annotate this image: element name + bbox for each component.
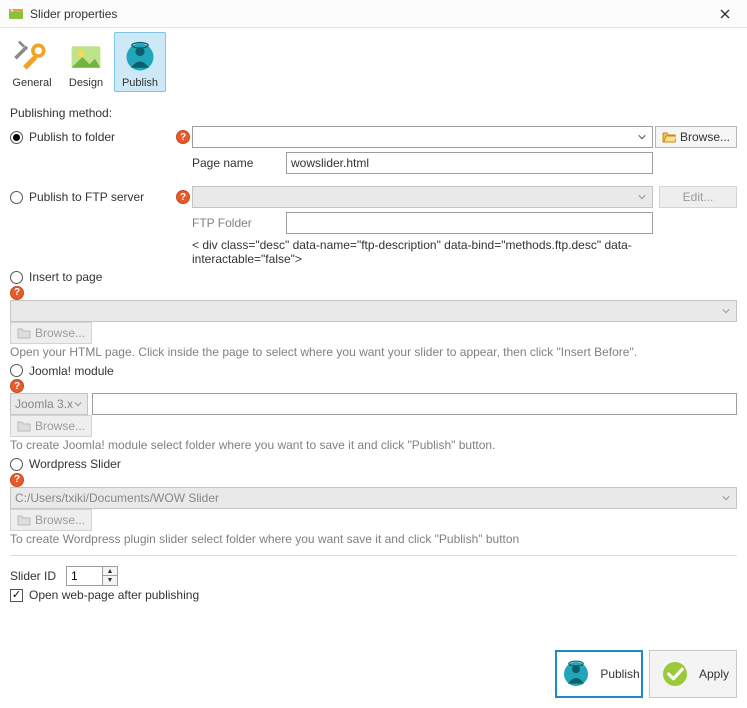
tab-label: Publish [122, 77, 158, 89]
folder-open-icon [662, 130, 676, 144]
button-label: Browse... [35, 513, 85, 527]
wordpress-browse-button: Browse... [10, 509, 92, 531]
tab-label: General [12, 77, 51, 89]
radio-icon [10, 271, 23, 284]
radio-publish-to-folder[interactable]: Publish to folder [10, 130, 172, 144]
insert-page-combo [10, 300, 737, 322]
image-icon [66, 37, 106, 77]
radio-label: Publish to FTP server [29, 190, 144, 204]
apply-button[interactable]: Apply [649, 650, 737, 698]
tab-publish[interactable]: Publish [114, 32, 166, 92]
tab-design[interactable]: Design [60, 32, 112, 92]
joomla-description: To create Joomla! module select folder w… [10, 437, 737, 453]
folder-open-icon [17, 326, 31, 340]
section-label: Publishing method: [10, 106, 737, 120]
check-circle-icon [657, 656, 693, 692]
globe-person-icon [120, 37, 160, 77]
tab-label: Design [69, 77, 103, 89]
combo-value: C:/Users/txiki/Documents/WOW Slider [15, 491, 219, 505]
wordpress-description: To create Wordpress plugin slider select… [10, 531, 737, 547]
radio-icon [10, 191, 23, 204]
window-title: Slider properties [30, 7, 711, 21]
slider-id-stepper[interactable]: ▲ ▼ [66, 566, 118, 586]
titlebar: Slider properties [0, 0, 747, 28]
help-icon[interactable]: ? [176, 190, 190, 204]
folder-open-icon [17, 419, 31, 433]
publish-button[interactable]: Publish [555, 650, 643, 698]
button-label: Browse... [680, 130, 730, 144]
ftp-server-combo [192, 186, 653, 208]
radio-publish-to-ftp[interactable]: Publish to FTP server [10, 190, 172, 204]
close-button[interactable] [711, 4, 739, 24]
divider [10, 555, 737, 556]
button-label: Browse... [35, 419, 85, 433]
open-after-label: Open web-page after publishing [29, 588, 199, 602]
stepper-down-icon[interactable]: ▼ [103, 576, 117, 585]
radio-icon [10, 364, 23, 377]
wordpress-path-combo: C:/Users/txiki/Documents/WOW Slider [10, 487, 737, 509]
combo-value: Joomla 3.x [15, 397, 73, 411]
stepper-up-icon[interactable]: ▲ [103, 567, 117, 576]
globe-person-icon [558, 656, 594, 692]
chevron-down-icon [718, 490, 734, 506]
button-label: Publish [600, 667, 639, 681]
help-icon[interactable]: ? [10, 379, 24, 393]
joomla-browse-button: Browse... [10, 415, 92, 437]
radio-icon [10, 458, 23, 471]
button-label: Apply [699, 667, 729, 681]
chevron-down-icon [634, 129, 650, 145]
joomla-path-input [92, 393, 737, 415]
footer-buttons: Publish Apply [555, 650, 737, 698]
insert-description: Open your HTML page. Click inside the pa… [10, 344, 737, 360]
open-after-checkbox[interactable] [10, 589, 23, 602]
slider-id-input[interactable] [66, 566, 102, 586]
button-label: Edit... [683, 190, 714, 204]
publish-form: Publish to folder ? Browse... Page name … [10, 126, 737, 266]
radio-label: Wordpress Slider [29, 457, 121, 471]
content-area: Publishing method: Publish to folder ? B… [0, 94, 747, 608]
folder-open-icon [17, 513, 31, 527]
browse-folder-button[interactable]: Browse... [655, 126, 737, 148]
wrench-icon [12, 37, 52, 77]
radio-label: Joomla! module [29, 364, 114, 378]
ftp-folder-input [286, 212, 653, 234]
help-icon[interactable]: ? [176, 130, 190, 144]
chevron-down-icon [634, 189, 650, 205]
radio-icon [10, 131, 23, 144]
help-icon[interactable]: ? [10, 286, 24, 300]
page-name-input[interactable] [286, 152, 653, 174]
ftp-edit-button: Edit... [659, 186, 737, 208]
page-name-label: Page name [192, 156, 272, 170]
joomla-version-combo: Joomla 3.x [10, 393, 88, 415]
ftp-folder-label: FTP Folder [192, 216, 272, 230]
radio-label: Insert to page [29, 270, 102, 284]
insert-browse-button: Browse... [10, 322, 92, 344]
slider-id-label: Slider ID [10, 569, 56, 583]
app-icon [8, 6, 24, 22]
close-icon [720, 9, 730, 19]
radio-wordpress-slider[interactable]: Wordpress Slider [10, 457, 737, 471]
chevron-down-icon [71, 394, 85, 414]
folder-path-combo[interactable] [192, 126, 653, 148]
tab-general[interactable]: General [6, 32, 58, 92]
radio-label: Publish to folder [29, 130, 115, 144]
tab-bar: General Design Publish [0, 28, 747, 94]
button-label: Browse... [35, 326, 85, 340]
help-icon[interactable]: ? [10, 473, 24, 487]
radio-joomla-module[interactable]: Joomla! module [10, 364, 737, 378]
chevron-down-icon [718, 303, 734, 319]
radio-insert-to-page[interactable]: Insert to page [10, 270, 737, 284]
